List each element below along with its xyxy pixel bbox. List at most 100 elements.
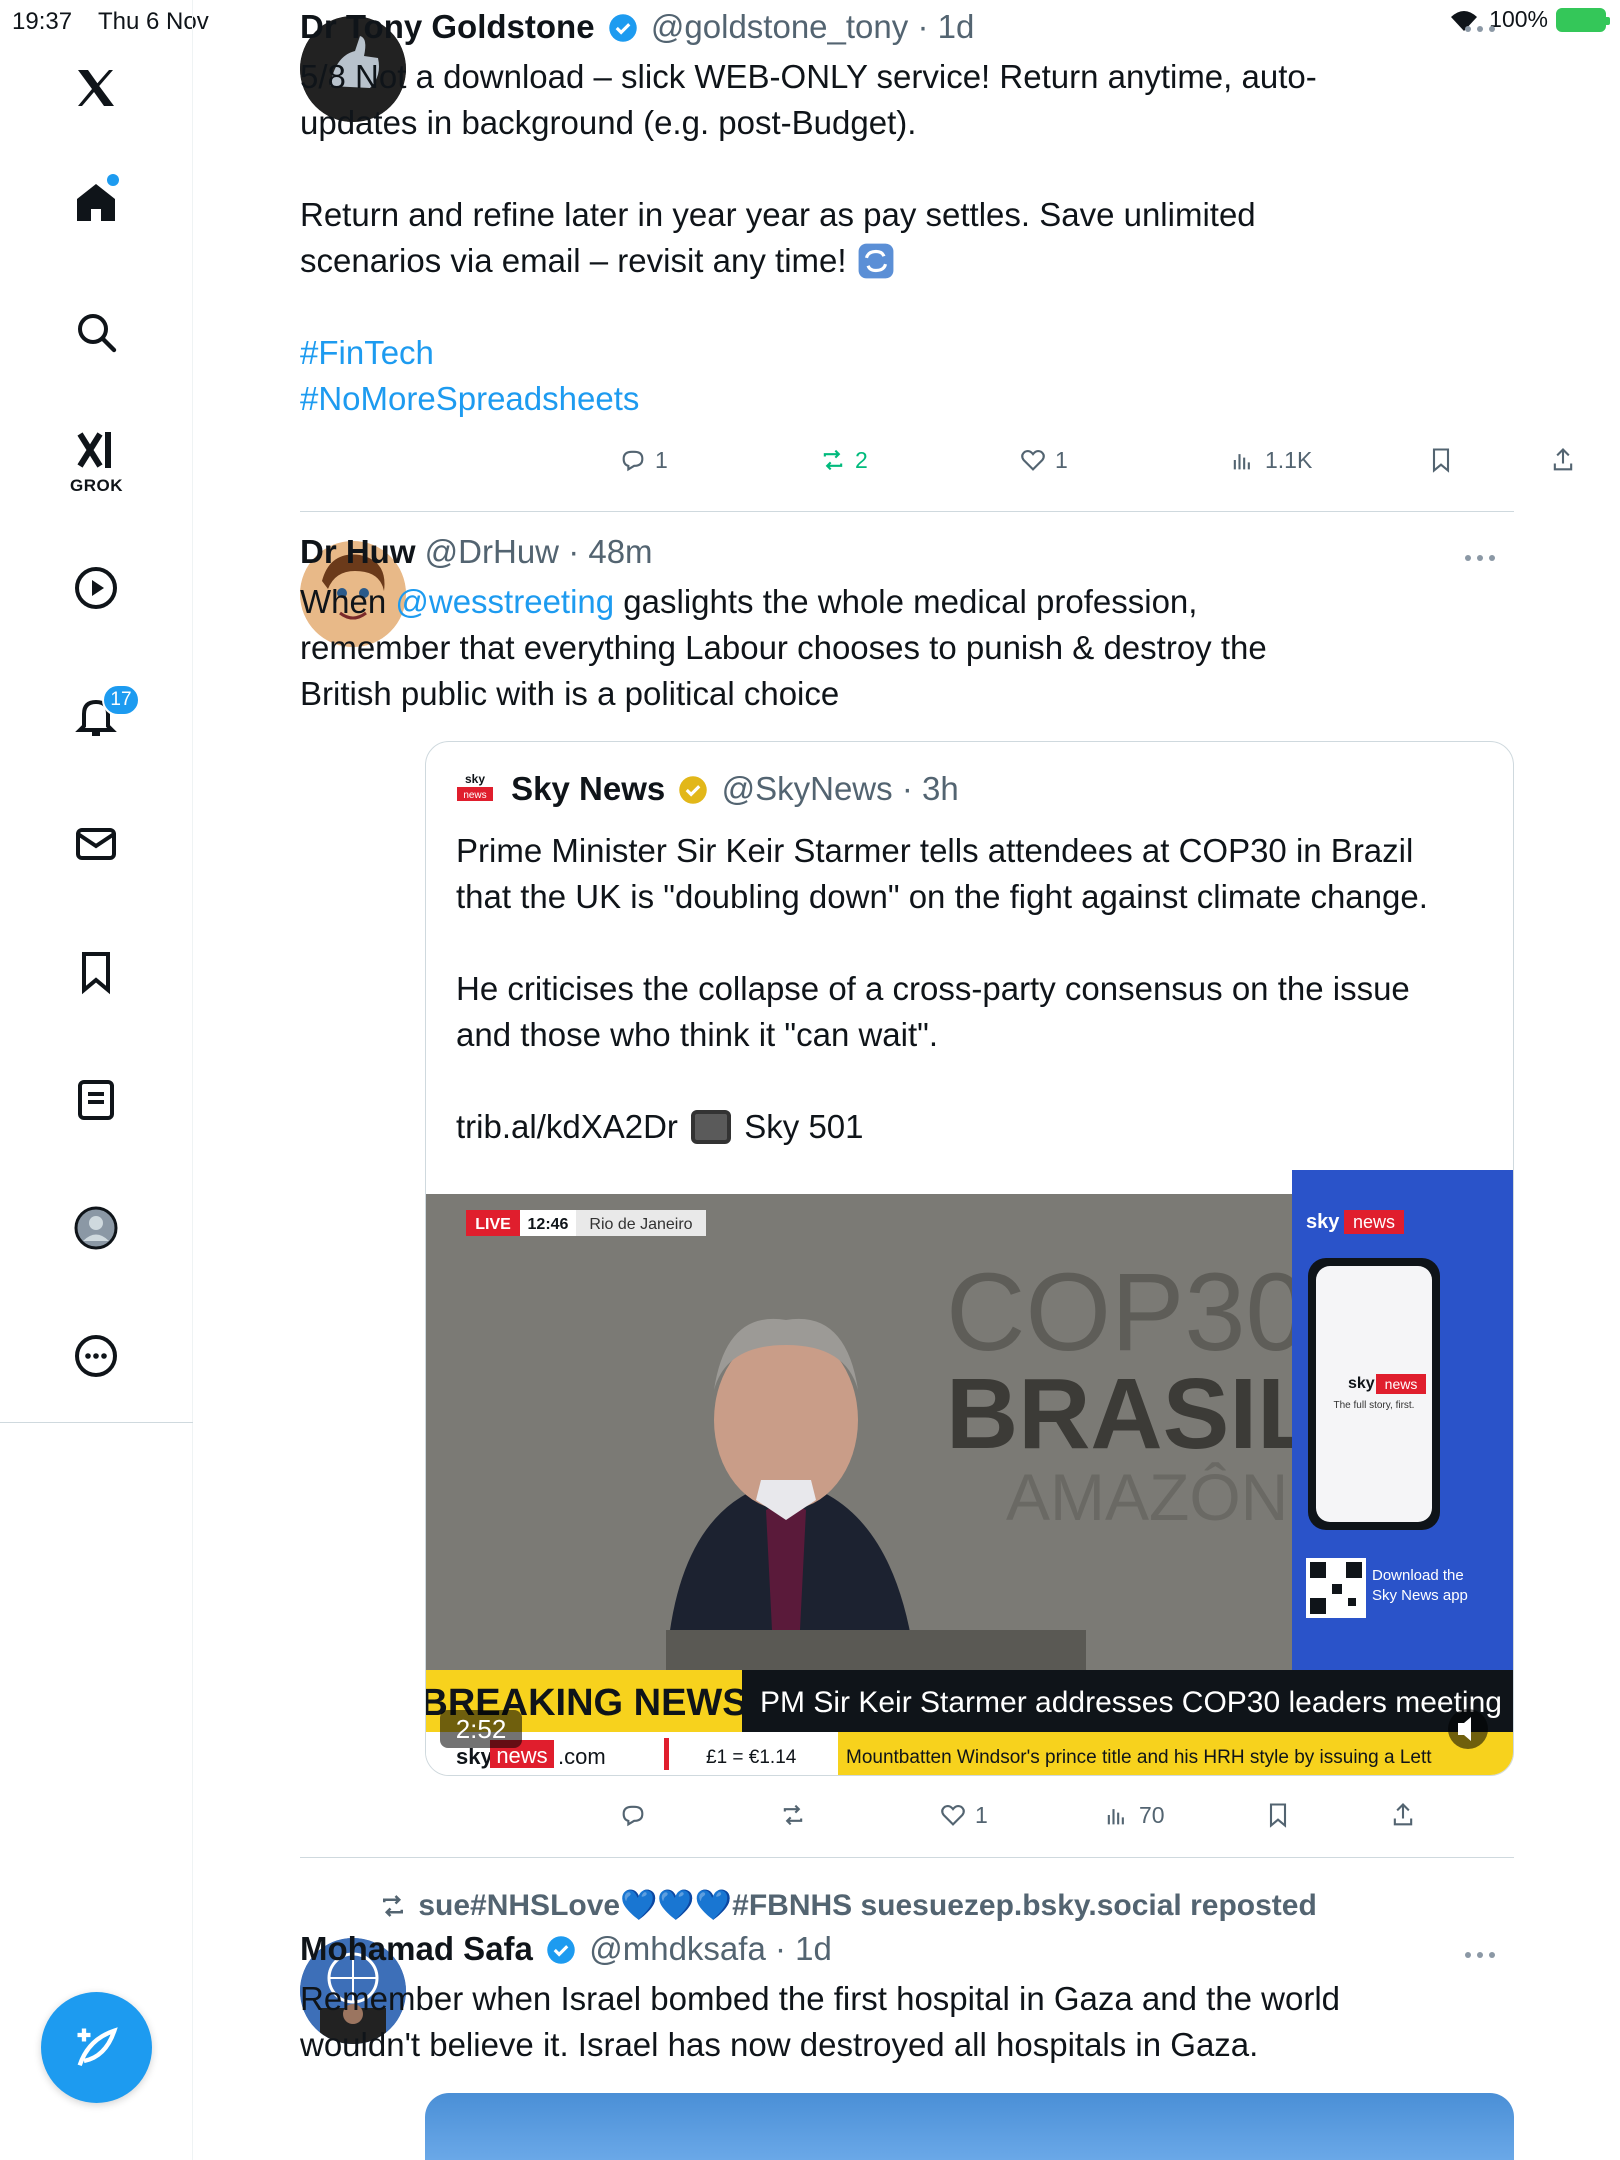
timeline-feed: Dr Tony Goldstone @goldstone_tony · 1d 5…	[194, 0, 1573, 2160]
quoted-link[interactable]: trib.al/kdXA2Dr	[456, 1108, 678, 1145]
tweet-more-icon[interactable]	[1464, 1950, 1496, 1960]
grok-label: GROK	[70, 476, 123, 495]
svg-text:Mountbatten Windsor's prince t: Mountbatten Windsor's prince title and h…	[846, 1747, 1432, 1768]
svg-text:12:46: 12:46	[528, 1216, 569, 1233]
svg-text:sky: sky	[1306, 1211, 1340, 1233]
quoted-tweet[interactable]: sky news Sky News @SkyNews · 3h Prime Min…	[425, 741, 1514, 1776]
repost-attribution[interactable]: sue#NHSLove💙💙💙#FBNHS suesuezep.bsky.soci…	[376, 1888, 1317, 1923]
hashtag-link[interactable]: #NoMoreSpreadsheets	[300, 376, 1508, 422]
repost-icon	[383, 1895, 403, 1917]
repeat-emoji-icon	[858, 243, 894, 279]
quoted-tweet-text: Prime Minister Sir Keir Starmer tells at…	[456, 828, 1486, 1150]
tweet-more-icon[interactable]	[1464, 553, 1496, 563]
tweet-time[interactable]: · 48m	[568, 533, 652, 570]
reply-icon	[622, 1805, 644, 1827]
quoted-author-handle[interactable]: @SkyNews	[722, 770, 893, 807]
tweet-text-line: wouldn't believe it. Israel has now dest…	[300, 2026, 1259, 2063]
author-name[interactable]: Mohamad Safa	[300, 1930, 533, 1967]
bookmark-button[interactable]	[1427, 440, 1455, 480]
quoted-author-name[interactable]: Sky News	[511, 770, 665, 807]
like-button[interactable]: 1	[939, 1795, 988, 1835]
sidebar: GROK 17	[0, 0, 193, 2160]
more-options-icon[interactable]	[56, 1316, 136, 1396]
svg-text:news: news	[463, 790, 486, 801]
tweet-text-line: Remember when Israel bombed the first ho…	[300, 1980, 1341, 2017]
views-chart-icon	[1107, 1809, 1124, 1825]
views-button[interactable]: 1.1K	[1229, 440, 1312, 480]
compose-post-button[interactable]	[41, 1992, 152, 2103]
bookmark-button[interactable]	[1264, 1795, 1292, 1835]
quoted-text-line: He criticises the collapse of a cross-pa…	[456, 970, 1410, 1007]
repost-icon	[783, 1804, 803, 1826]
tweet[interactable]: Dr Tony Goldstone @goldstone_tony · 1d 5…	[300, 8, 1508, 422]
reply-button[interactable]	[619, 1795, 655, 1835]
tv-emoji-icon	[691, 1110, 732, 1144]
repost-count: 2	[855, 446, 868, 473]
views-button[interactable]: 70	[1103, 1795, 1165, 1835]
repost-button[interactable]	[779, 1795, 815, 1835]
hashtag-link[interactable]: #FinTech	[300, 330, 1508, 376]
quoted-tweet-header: sky news Sky News @SkyNews · 3h	[456, 770, 959, 808]
svg-text:news: news	[1385, 1376, 1418, 1392]
tweet-divider	[300, 1857, 1514, 1858]
svg-text:The full story, first.: The full story, first.	[1334, 1400, 1415, 1411]
tweet-text-line: remember that everything Labour chooses …	[300, 629, 1267, 666]
x-logo-icon[interactable]	[56, 48, 136, 128]
tweet-text-line: British public with is a political choic…	[300, 675, 840, 712]
live-label: LIVE	[475, 1216, 511, 1233]
like-count: 1	[975, 1801, 988, 1828]
share-button[interactable]	[1549, 440, 1577, 480]
quoted-text-line: and those who think it "can wait".	[456, 1016, 939, 1053]
share-icon	[1553, 448, 1573, 471]
home-icon[interactable]	[56, 163, 136, 243]
tweet-time[interactable]: · 1d	[775, 1930, 832, 1967]
like-button[interactable]: 1	[1019, 440, 1068, 480]
tweet-time[interactable]: · 1d	[917, 8, 974, 45]
video-frame: COP30 BRASIL AMAZÔNIA LIVE 12:46 Rio de …	[426, 1170, 1513, 1775]
share-button[interactable]	[1389, 1795, 1417, 1835]
notification-count-badge: 17	[102, 684, 140, 716]
profile-avatar-icon[interactable]	[56, 1188, 136, 1268]
tweet-actions: 1 70	[619, 1795, 1519, 1835]
sidebar-divider	[0, 1422, 193, 1423]
tweet-text: 5/8 Not a download – slick WEB-ONLY serv…	[300, 54, 1508, 422]
author-name[interactable]: Dr Huw	[300, 533, 416, 570]
svg-text:news: news	[1353, 1212, 1395, 1232]
repost-button[interactable]: 2	[819, 440, 868, 480]
author-handle[interactable]: @goldstone_tony	[651, 8, 908, 45]
messages-envelope-icon[interactable]	[56, 804, 136, 884]
tweet-text-line: updates in background (e.g. post-Budget)…	[300, 104, 917, 141]
bookmark-icon	[1269, 1803, 1287, 1828]
gold-verified-badge-icon	[679, 776, 708, 804]
tweet-actions: 1 2 1 1.1K	[619, 440, 1579, 480]
mention-link[interactable]: @wesstreeting	[395, 583, 614, 620]
repost-icon	[823, 449, 843, 471]
tweet-media-image[interactable]	[425, 2093, 1514, 2160]
svg-text:sky: sky	[465, 772, 485, 786]
svg-text:PM Sir Keir Starmer addresses: PM Sir Keir Starmer addresses COP30 lead…	[760, 1686, 1502, 1719]
share-icon	[1393, 1803, 1413, 1826]
tweet[interactable]: Mohamad Safa @mhdksafa · 1d Remember whe…	[300, 1930, 1508, 2068]
video-player[interactable]: COP30 BRASIL AMAZÔNIA LIVE 12:46 Rio de …	[426, 1170, 1513, 1775]
video-icon[interactable]	[56, 548, 136, 628]
quoted-tweet-time: · 3h	[901, 770, 959, 807]
bookmarks-icon[interactable]	[56, 932, 136, 1012]
quoted-text-line: trib.al/kdXA2Dr Sky 501	[456, 1108, 864, 1145]
tweet-divider	[300, 511, 1514, 512]
heart-icon	[1021, 450, 1045, 471]
svg-text:£1 = €1.14: £1 = €1.14	[706, 1747, 797, 1768]
tweet[interactable]: Dr Huw @DrHuw · 48m When @wesstreeting g…	[300, 533, 1508, 717]
author-name[interactable]: Dr Tony Goldstone	[300, 8, 595, 45]
tweet-text: When @wesstreeting gaslights the whole m…	[300, 579, 1508, 717]
search-icon[interactable]	[56, 292, 136, 372]
reply-button[interactable]: 1	[619, 440, 668, 480]
svg-text:.com: .com	[558, 1744, 606, 1769]
author-handle[interactable]: @mhdksafa	[589, 1930, 766, 1967]
lists-icon[interactable]	[56, 1060, 136, 1140]
tweet-more-icon[interactable]	[1464, 24, 1496, 34]
author-handle[interactable]: @DrHuw	[425, 533, 559, 570]
quoted-text-line: that the UK is "doubling down" on the fi…	[456, 878, 1428, 915]
tweet-text-line: When @wesstreeting gaslights the whole m…	[300, 583, 1198, 620]
reply-icon	[622, 450, 644, 472]
view-count: 70	[1139, 1801, 1165, 1828]
